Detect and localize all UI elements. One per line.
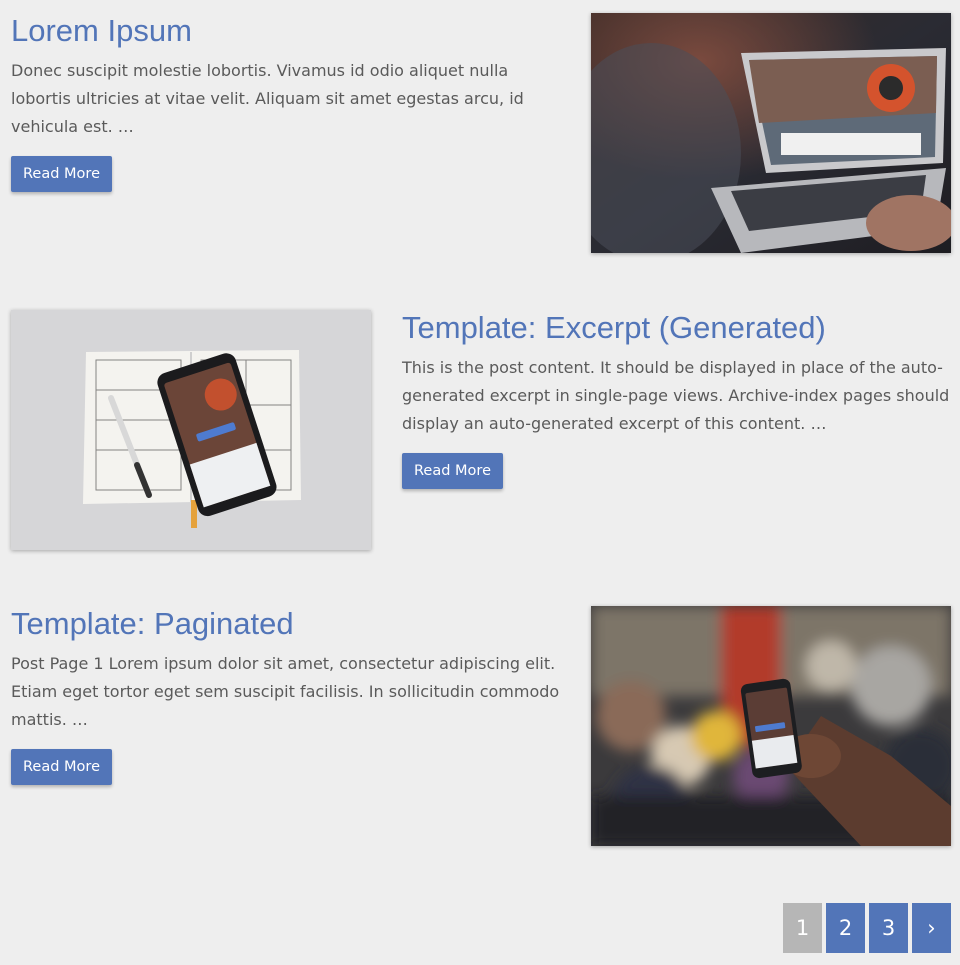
post-thumbnail-phone-notebook[interactable] bbox=[11, 310, 371, 550]
page-3-link[interactable]: 3 bbox=[869, 903, 908, 953]
page-1-link-current: 1 bbox=[783, 903, 822, 953]
read-more-button[interactable]: Read More bbox=[402, 453, 503, 490]
page-2-link[interactable]: 2 bbox=[826, 903, 865, 953]
post-thumbnail-phone-hand[interactable] bbox=[591, 606, 951, 846]
post-excerpt: Donec suscipit molestie lobortis. Vivamu… bbox=[11, 61, 524, 137]
post-title[interactable]: Template: Paginated bbox=[11, 605, 571, 642]
post-thumbnail-laptop[interactable] bbox=[591, 13, 951, 253]
post-text: Template: Excerpt (Generated) This is th… bbox=[402, 309, 950, 490]
read-more-button[interactable]: Read More bbox=[11, 749, 112, 786]
post-text: Template: Paginated Post Page 1 Lorem ip… bbox=[11, 605, 571, 786]
post-text: Lorem Ipsum Donec suscipit molestie lobo… bbox=[11, 12, 551, 193]
phone-on-notebook-photo-image bbox=[11, 310, 371, 550]
post-excerpt: This is the post content. It should be d… bbox=[402, 358, 950, 434]
read-more-button[interactable]: Read More bbox=[11, 156, 112, 193]
laptop-photo-image bbox=[591, 13, 951, 253]
next-page-chevron-icon[interactable]: › bbox=[912, 903, 951, 953]
post-title[interactable]: Lorem Ipsum bbox=[11, 12, 551, 49]
post-excerpt: Post Page 1 Lorem ipsum dolor sit amet, … bbox=[11, 654, 560, 730]
post-title[interactable]: Template: Excerpt (Generated) bbox=[402, 309, 950, 346]
pagination: 1 2 3 › bbox=[783, 903, 951, 953]
phone-in-hand-photo-image bbox=[591, 606, 951, 846]
